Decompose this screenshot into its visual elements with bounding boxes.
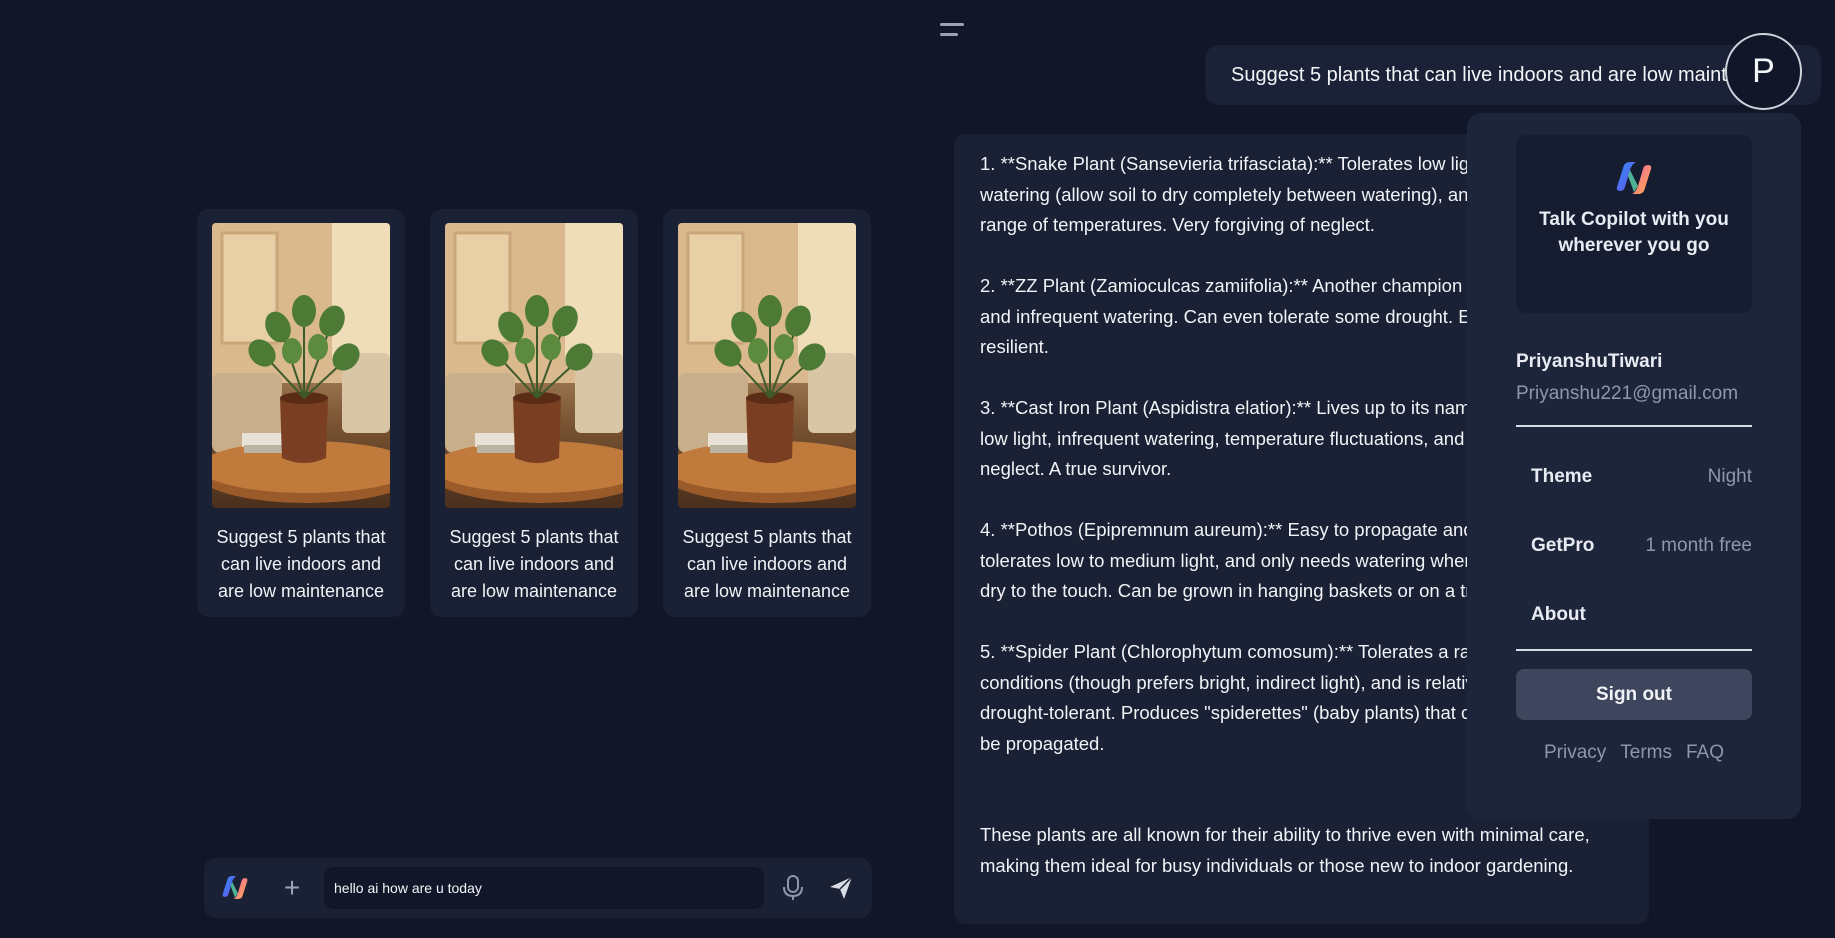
menu-toggle-icon[interactable]	[940, 17, 968, 41]
theme-value: Night	[1707, 465, 1752, 487]
account-menu-items: Theme Night GetPro 1 month free About	[1516, 442, 1752, 649]
menu-item-label: About	[1531, 603, 1586, 625]
suggestion-card[interactable]: Suggest 5 plants that can live indoors a…	[197, 209, 405, 617]
copilot-logo-icon	[1616, 162, 1652, 194]
avatar-initial: P	[1752, 52, 1775, 90]
account-username: PriyanshuTiwari	[1516, 351, 1663, 372]
promo-text: Talk Copilot with you wherever you go	[1539, 209, 1729, 256]
copilot-promo[interactable]: Talk Copilot with you wherever you go	[1516, 135, 1752, 313]
suggestion-card-text: Suggest 5 plants that can live indoors a…	[449, 527, 619, 601]
menu-item-label: GetPro	[1531, 534, 1595, 556]
suggestion-card[interactable]: Suggest 5 plants that can live indoors a…	[663, 209, 871, 617]
suggestion-card-text: Suggest 5 plants that can live indoors a…	[216, 527, 386, 601]
footer-links: Privacy Terms FAQ	[1516, 742, 1752, 764]
user-avatar[interactable]: P	[1725, 33, 1802, 110]
account-email: Priyanshu221@gmail.com	[1516, 383, 1739, 404]
plus-icon[interactable]: +	[276, 872, 308, 904]
answer-closing-text: These plants are all known for their abi…	[980, 824, 1590, 876]
divider	[1516, 425, 1752, 427]
menu-item-getpro[interactable]: GetPro 1 month free	[1516, 511, 1752, 580]
suggestion-card[interactable]: Suggest 5 plants that can live indoors a…	[430, 209, 638, 617]
copilot-logo-icon[interactable]	[222, 875, 248, 900]
getpro-value: 1 month free	[1645, 534, 1752, 556]
menu-item-theme[interactable]: Theme Night	[1516, 442, 1752, 511]
sign-out-button[interactable]: Sign out	[1516, 669, 1752, 720]
plant-image	[445, 223, 623, 508]
suggestion-card-text: Suggest 5 plants that can live indoors a…	[682, 527, 852, 601]
plant-image	[678, 223, 856, 508]
plant-image	[212, 223, 390, 508]
menu-line-top	[940, 22, 964, 26]
answer-closing: These plants are all known for their abi…	[980, 820, 1623, 881]
suggestion-cards: Suggest 5 plants that can live indoors a…	[197, 209, 871, 617]
menu-item-about[interactable]: About	[1516, 580, 1752, 649]
terms-link[interactable]: Terms	[1620, 742, 1672, 764]
mic-icon[interactable]	[782, 875, 804, 901]
privacy-link[interactable]: Privacy	[1544, 742, 1606, 764]
menu-item-label: Theme	[1531, 465, 1593, 487]
message-input[interactable]	[324, 867, 764, 909]
message-composer: +	[204, 858, 872, 918]
account-menu: Talk Copilot with you wherever you go Pr…	[1467, 113, 1801, 819]
menu-line-bottom	[940, 32, 958, 36]
send-icon[interactable]	[828, 875, 854, 901]
faq-link[interactable]: FAQ	[1686, 742, 1724, 764]
divider	[1516, 649, 1752, 651]
user-message-text: Suggest 5 plants that can live indoors a…	[1231, 63, 1793, 86]
